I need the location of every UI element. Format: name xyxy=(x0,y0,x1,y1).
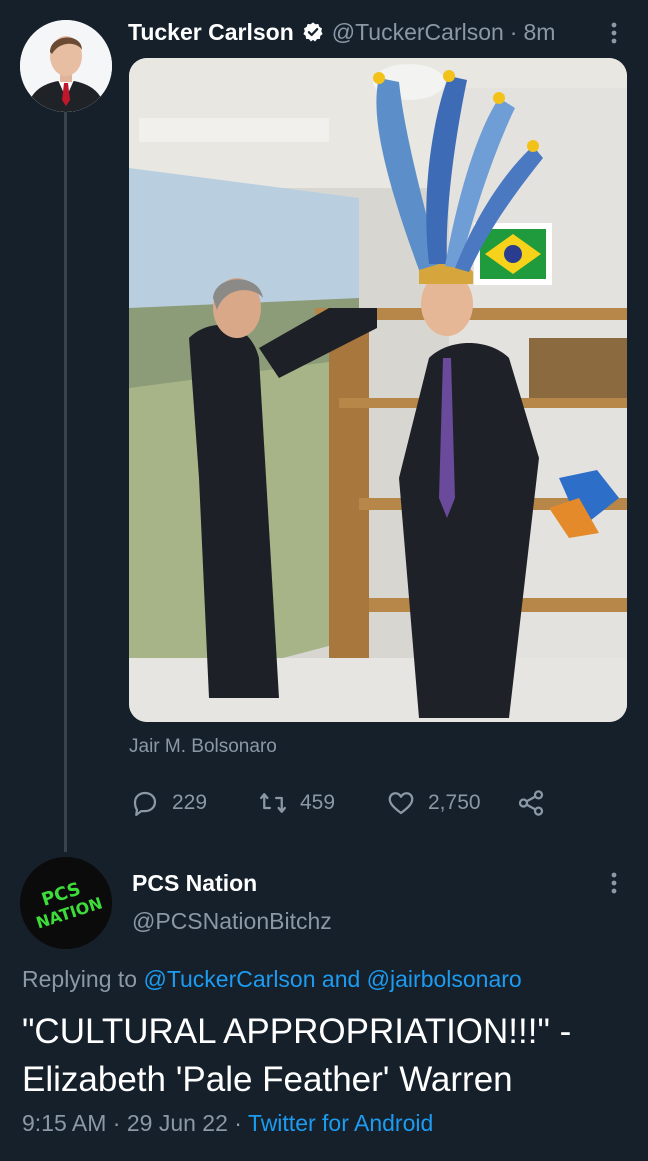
reply-author-handle[interactable]: @PCSNationBitchz xyxy=(132,908,332,935)
author-handle[interactable]: @TuckerCarlson xyxy=(332,19,504,46)
tweet-photo[interactable] xyxy=(129,58,627,722)
meta-separator-1: · xyxy=(112,1110,121,1136)
reply-text: "CULTURAL APPROPRIATION!!!" - Elizabeth … xyxy=(22,1012,572,1099)
like-count: 2,750 xyxy=(428,791,481,814)
header-separator: · xyxy=(509,18,518,45)
meta-separator-2: · xyxy=(234,1110,242,1136)
tweet-time[interactable]: 8m xyxy=(523,19,555,46)
reply-author-name[interactable]: PCS Nation xyxy=(132,870,257,897)
retweet-icon xyxy=(260,793,286,813)
share-icon xyxy=(518,790,544,816)
tweet-actions: 229 459 2,750 xyxy=(130,786,558,820)
retweet-count: 459 xyxy=(300,791,336,814)
photo-caption[interactable]: Jair M. Bolsonaro xyxy=(129,736,277,758)
replying-prefix: Replying to xyxy=(22,966,138,992)
tweet-header: Tucker Carlson @TuckerCarlson · 8m xyxy=(128,14,628,50)
retweet-button[interactable]: 459 xyxy=(258,788,386,818)
replying-user-bolsonaro[interactable]: @jairbolsonaro xyxy=(367,966,522,992)
reply-more-icon[interactable] xyxy=(604,868,624,898)
reply-date[interactable]: 29 Jun 22 xyxy=(127,1110,228,1136)
reply-metadata: 9:15 AM · 29 Jun 22 · Twitter for Androi… xyxy=(22,1110,433,1137)
thread-line xyxy=(64,112,67,852)
author-name[interactable]: Tucker Carlson xyxy=(128,19,294,46)
photo-illustration xyxy=(129,58,627,722)
more-icon[interactable] xyxy=(604,18,624,48)
verified-icon xyxy=(303,22,323,42)
reply-button[interactable]: 229 xyxy=(130,788,258,818)
avatar-portrait xyxy=(20,20,112,112)
replying-and[interactable]: and xyxy=(322,966,360,992)
replying-user-tucker[interactable]: @TuckerCarlson xyxy=(143,966,315,992)
like-button[interactable]: 2,750 xyxy=(386,788,516,818)
reply-time[interactable]: 9:15 AM xyxy=(22,1110,106,1136)
author-avatar[interactable] xyxy=(20,20,112,112)
share-button[interactable] xyxy=(516,788,558,818)
replying-to: Replying to @TuckerCarlson and @jairbols… xyxy=(22,966,522,993)
reply-icon xyxy=(133,791,157,816)
like-icon xyxy=(388,792,414,815)
pcs-nation-logo: PCS NATION xyxy=(20,857,112,949)
reply-count: 229 xyxy=(172,791,208,814)
reply-source[interactable]: Twitter for Android xyxy=(248,1110,433,1136)
reply-author-avatar[interactable]: PCS NATION xyxy=(20,857,112,949)
